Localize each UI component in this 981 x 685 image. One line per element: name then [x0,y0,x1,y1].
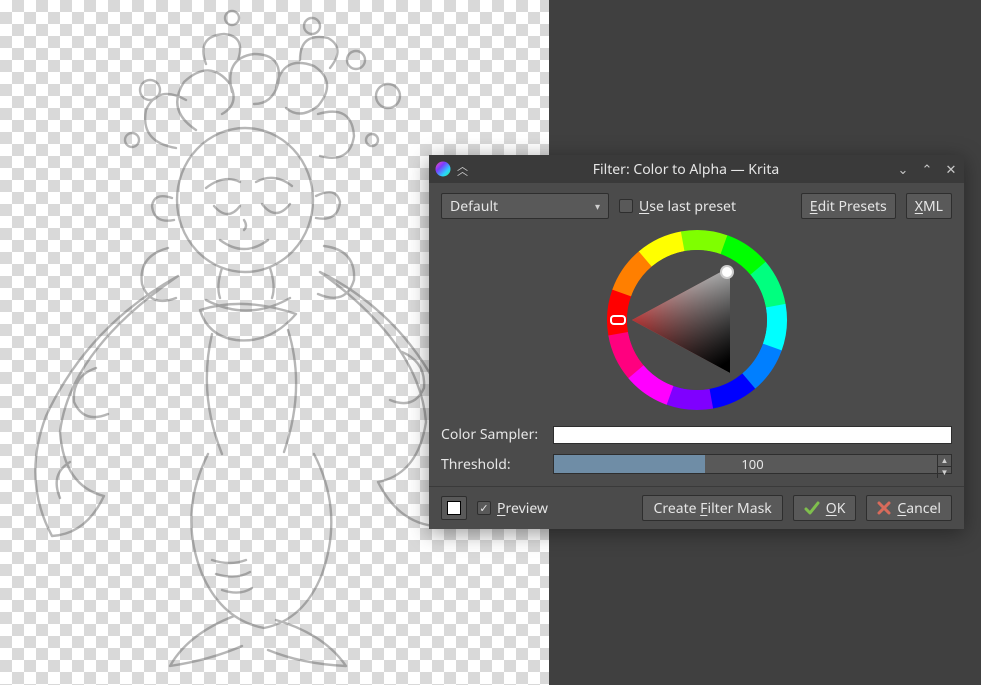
threshold-label: Threshold: [441,455,553,474]
xml-button[interactable]: XML [906,193,952,219]
color-sampler-swatch[interactable] [553,426,952,444]
color-sampler-label: Color Sampler: [441,425,553,444]
color-wheel[interactable] [606,229,788,411]
threshold-spin[interactable]: ▲ ▼ [937,455,951,473]
checkbox-box: ✓ [477,501,491,515]
cancel-label: Cancel [897,499,941,518]
maximize-icon[interactable]: ⌃ [920,160,934,178]
ok-label: OK [826,499,846,518]
ok-check-icon [804,501,820,515]
separator [429,486,964,487]
spin-down-icon[interactable]: ▼ [937,467,951,478]
app-stage: ︿︿ Filter: Color to Alpha — Krita ⌄ ⌃ ✕ … [0,0,981,685]
xml-label: XML [915,197,943,216]
chevron-down-icon: ▾ [595,199,600,213]
minimize-icon[interactable]: ⌄ [896,160,910,178]
filter-dialog: ︿︿ Filter: Color to Alpha — Krita ⌄ ⌃ ✕ … [429,155,964,529]
dialog-body: Default ▾ Use last preset Edit Presets X… [429,183,964,529]
edit-presets-label: Edit Presets [810,197,887,216]
krita-app-icon [435,161,451,177]
create-filter-mask-label: Create Filter Mask [653,499,771,518]
use-last-preset-label: Use last preset [639,197,736,216]
checkbox-box [619,199,633,213]
shade-icon[interactable]: ︿︿ [457,162,468,177]
create-filter-mask-button[interactable]: Create Filter Mask [642,495,782,521]
preset-combo[interactable]: Default ▾ [441,193,609,219]
preset-combo-value: Default [450,197,498,216]
dialog-titlebar[interactable]: ︿︿ Filter: Color to Alpha — Krita ⌄ ⌃ ✕ [429,155,964,183]
edit-presets-button[interactable]: Edit Presets [801,193,896,219]
use-last-preset-checkbox[interactable]: Use last preset [619,197,736,216]
preview-label: Preview [497,499,548,518]
cancel-button[interactable]: Cancel [866,495,952,521]
spin-up-icon[interactable]: ▲ [937,455,951,467]
preview-thumb-icon [447,501,461,515]
threshold-value: 100 [554,455,951,473]
close-icon[interactable]: ✕ [944,160,958,178]
threshold-slider[interactable]: 100 ▲ ▼ [553,454,952,474]
ok-button[interactable]: OK [793,495,857,521]
dialog-title: Filter: Color to Alpha — Krita [476,160,896,179]
cancel-x-icon [877,501,891,515]
preview-checkbox[interactable]: ✓ Preview [477,499,548,518]
preview-thumbnail-button[interactable] [441,496,467,520]
